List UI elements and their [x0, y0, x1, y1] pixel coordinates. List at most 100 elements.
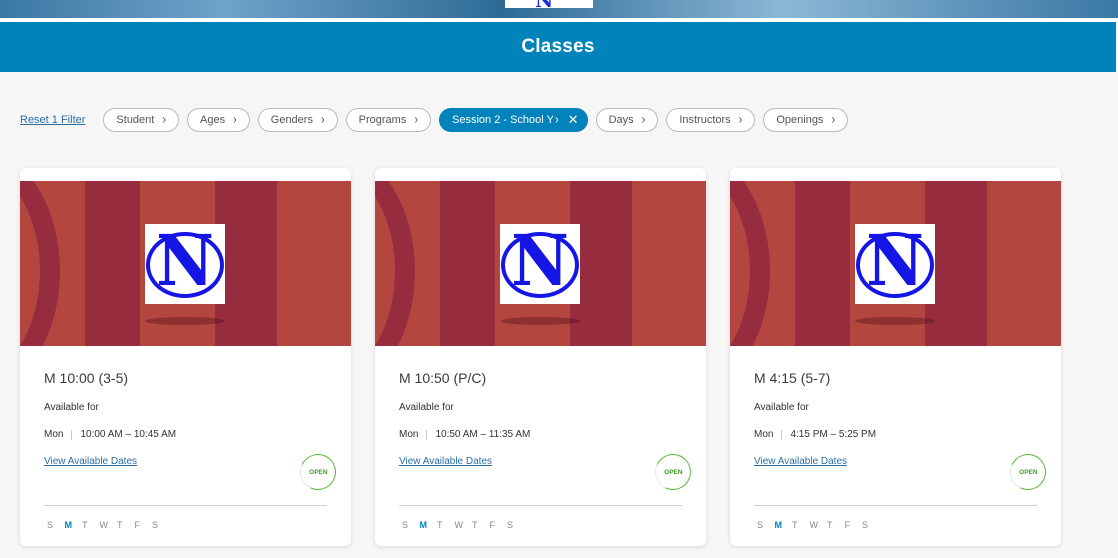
- weekday-active: M: [774, 520, 783, 530]
- image-decoration: [595, 181, 706, 346]
- weekday: T: [827, 520, 833, 530]
- school-logo: N: [855, 219, 935, 304]
- weekday-indicator: S M T W T F S: [757, 520, 880, 530]
- school-logo: N: [145, 219, 225, 304]
- status-label: OPEN: [1018, 468, 1038, 476]
- weekday-indicator: S M T W T F S: [402, 520, 525, 530]
- weekday: T: [792, 520, 798, 530]
- weekday: T: [472, 520, 478, 530]
- weekday: S: [47, 520, 54, 530]
- weekday: S: [507, 520, 514, 530]
- status-badge: OPEN: [649, 448, 697, 496]
- filter-chip-label: Ages: [200, 114, 226, 126]
- weekday: T: [82, 520, 88, 530]
- image-decoration: [500, 317, 580, 325]
- image-decoration: [730, 181, 770, 346]
- reset-filters-link[interactable]: Reset 1 Filter: [20, 114, 85, 126]
- filter-chip-label: Openings: [776, 114, 824, 126]
- class-title[interactable]: M 4:15 (5-7): [754, 370, 830, 386]
- filter-chip-days[interactable]: Days ›: [595, 108, 659, 132]
- weekday: T: [117, 520, 123, 530]
- page-header: Classes: [0, 22, 1116, 72]
- status-label: OPEN: [308, 468, 328, 476]
- view-available-dates-link[interactable]: View Available Dates: [754, 456, 847, 467]
- weekday-active: M: [64, 520, 73, 530]
- filter-chip-label: Genders: [270, 114, 313, 126]
- chevron-right-icon: ›: [831, 112, 836, 128]
- chevron-right-icon: ›: [555, 112, 559, 128]
- logo-letter: N: [866, 219, 924, 302]
- filter-chip-label: Session 2 - School Year: [452, 114, 553, 126]
- class-title[interactable]: M 10:00 (3-5): [44, 370, 128, 386]
- filter-chip-label: Days: [608, 114, 634, 126]
- schedule-time: 10:00 AM – 10:45 AM: [80, 429, 177, 440]
- view-available-dates-link[interactable]: View Available Dates: [399, 456, 492, 467]
- image-decoration: [855, 317, 935, 325]
- filter-chip-label: Programs: [358, 114, 407, 126]
- image-decoration: [950, 181, 1061, 346]
- filter-chip-openings[interactable]: Openings ›: [763, 108, 849, 132]
- chevron-right-icon: ›: [414, 112, 418, 128]
- weekday-active: M: [419, 520, 428, 530]
- weekday: S: [402, 520, 409, 530]
- class-schedule: Mon 10:50 AM – 11:35 AM: [399, 429, 530, 440]
- separator: [426, 429, 428, 440]
- filter-chip-instructors[interactable]: Instructors ›: [666, 108, 756, 132]
- schedule-day: Mon: [399, 429, 419, 440]
- filter-chip-session[interactable]: Session 2 - School Year › ✕: [439, 108, 588, 132]
- schedule-day: Mon: [754, 429, 774, 440]
- hero-logo: N: [505, 0, 593, 8]
- separator: [781, 429, 783, 440]
- available-for-label: Available for: [399, 402, 454, 413]
- weekday-indicator: S M T W T F S: [47, 520, 170, 530]
- image-decoration: [85, 181, 140, 346]
- class-card[interactable]: N M 10:00 (3-5) Available for Mon 10:00 …: [20, 168, 351, 546]
- separator: [71, 429, 73, 440]
- chevron-right-icon: ›: [162, 112, 167, 128]
- weekday: S: [862, 520, 869, 530]
- image-decoration: [145, 317, 225, 325]
- divider: [44, 505, 327, 506]
- filter-chip-label: Student: [116, 114, 155, 126]
- view-available-dates-link[interactable]: View Available Dates: [44, 456, 137, 467]
- page-title: Classes: [521, 36, 595, 57]
- schedule-time: 10:50 AM – 11:35 AM: [435, 429, 531, 440]
- class-schedule: Mon 4:15 PM – 5:25 PM: [754, 429, 876, 440]
- class-card[interactable]: N M 10:50 (P/C) Available for Mon 10:50 …: [375, 168, 706, 546]
- class-image: N: [20, 181, 351, 346]
- close-icon[interactable]: ✕: [568, 112, 579, 128]
- image-decoration: [440, 181, 495, 346]
- chevron-right-icon: ›: [233, 112, 237, 128]
- weekday: W: [454, 520, 464, 530]
- divider: [754, 505, 1037, 506]
- chevron-right-icon: ›: [641, 112, 646, 128]
- filter-chip-programs[interactable]: Programs ›: [345, 108, 431, 132]
- status-badge: OPEN: [1004, 448, 1052, 496]
- available-for-label: Available for: [754, 402, 809, 413]
- class-title[interactable]: M 10:50 (P/C): [399, 370, 486, 386]
- class-schedule: Mon 10:00 AM – 10:45 AM: [44, 429, 176, 440]
- status-label: OPEN: [663, 468, 683, 476]
- filter-chip-student[interactable]: Student ›: [103, 108, 180, 132]
- class-card[interactable]: N M 4:15 (5-7) Available for Mon 4:15 PM…: [730, 168, 1061, 546]
- weekday: F: [134, 520, 141, 530]
- filter-chip-ages[interactable]: Ages ›: [187, 108, 250, 132]
- chevron-right-icon: ›: [320, 112, 325, 128]
- weekday: F: [844, 520, 851, 530]
- image-decoration: [20, 181, 60, 346]
- divider: [399, 505, 682, 506]
- image-decoration: [240, 181, 351, 346]
- schedule-day: Mon: [44, 429, 64, 440]
- class-image: N: [730, 181, 1061, 346]
- logo-letter: N: [511, 219, 569, 302]
- weekday: T: [437, 520, 443, 530]
- weekday: S: [152, 520, 159, 530]
- school-logo: N: [500, 219, 580, 304]
- filter-chip-genders[interactable]: Genders ›: [257, 108, 338, 132]
- image-decoration: [375, 181, 415, 346]
- weekday: S: [757, 520, 764, 530]
- image-decoration: [795, 181, 850, 346]
- logo-letter: N: [156, 219, 214, 302]
- status-badge: OPEN: [294, 448, 342, 496]
- available-for-label: Available for: [44, 402, 99, 413]
